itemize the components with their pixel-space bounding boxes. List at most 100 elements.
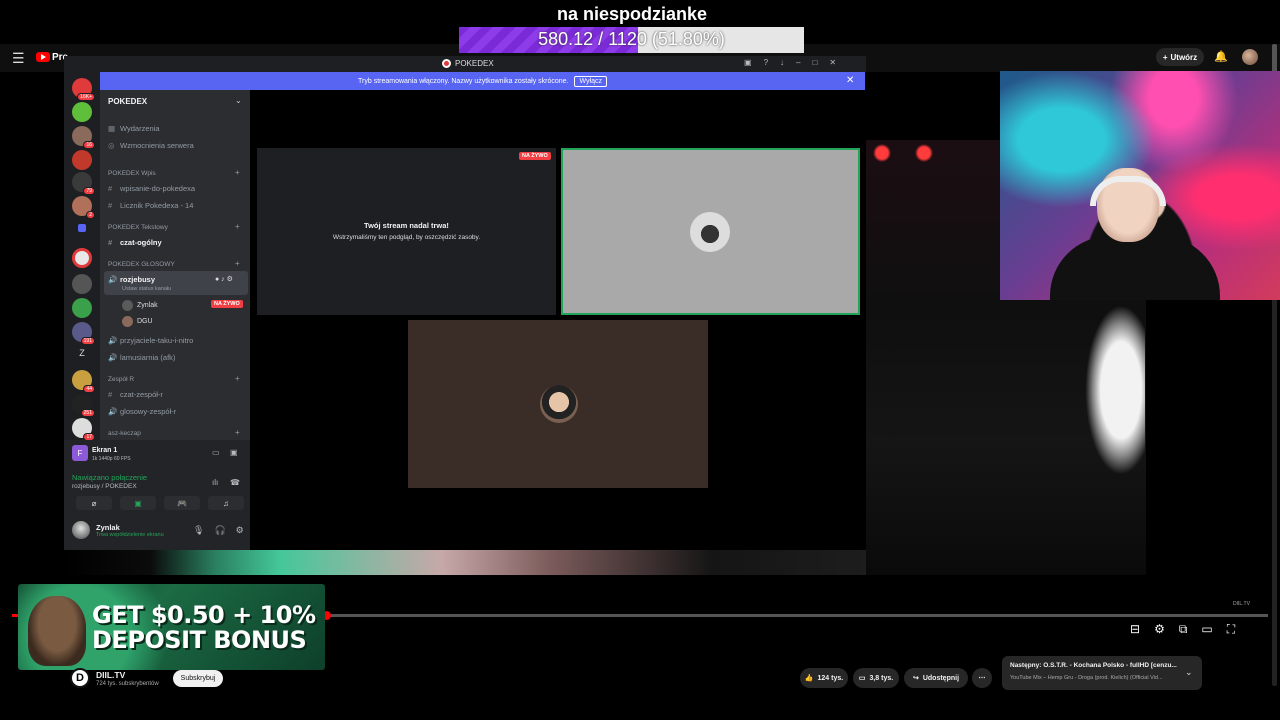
chevron-down-icon[interactable]: ⌄	[1185, 667, 1193, 678]
maximize-icon[interactable]: □	[812, 58, 817, 67]
voice-user[interactable]: DGU	[122, 316, 153, 327]
disable-button[interactable]: Wyłącz	[574, 75, 607, 87]
voice-channel-item[interactable]: 🔊 glosowy-zespół-r	[108, 407, 176, 416]
category-header[interactable]: POKEDEX GŁOSOWY	[108, 261, 175, 268]
channel-item[interactable]: # wpisanie-do-pokedexa	[108, 184, 195, 193]
server-name[interactable]: POKEDEX	[108, 97, 147, 106]
voice-controls: ⌀ ▣ 🎮 ♫	[72, 496, 248, 512]
account-avatar[interactable]	[1242, 49, 1258, 65]
voice-channel-item[interactable]: 🔊 rozjebusy	[108, 275, 155, 284]
minimize-icon[interactable]: –	[796, 58, 800, 67]
settings-icon[interactable]: ⚙	[1154, 622, 1165, 637]
boost-icon: ◎	[108, 141, 115, 150]
bell-icon[interactable]: 🔔	[1214, 50, 1228, 63]
channel-name[interactable]: DIIL.TV	[96, 670, 125, 680]
user-name[interactable]: Zynlak	[96, 523, 120, 532]
goal-progress-bar: 580.12 / 1120 (51.80%)	[459, 27, 804, 53]
inbox-icon[interactable]: ▣	[744, 58, 752, 67]
gear-icon[interactable]: ⚙	[236, 525, 244, 536]
plus-icon[interactable]: +	[235, 222, 240, 231]
plus-icon[interactable]: +	[235, 374, 240, 383]
menu-icon[interactable]: ☰	[12, 50, 25, 67]
server-icon[interactable]: 16	[72, 126, 95, 149]
folder-icon[interactable]	[78, 224, 86, 232]
badge: 251	[80, 409, 95, 417]
voice-channel-item[interactable]: 🔊 lamusiarnia (afk)	[108, 353, 175, 362]
goal-title: na niespodzianke	[556, 4, 708, 24]
server-icon[interactable]: 16K+	[72, 78, 95, 101]
category-header[interactable]: POKEDEX Tekstowy	[108, 224, 168, 231]
ad-headline: GET $0.50 + 10%	[92, 601, 316, 629]
avatar	[122, 316, 133, 327]
voice-channel-actions[interactable]: ● ♪ ⚙	[215, 275, 233, 283]
server-icon[interactable]: 79	[72, 172, 95, 195]
fullscreen-icon[interactable]: ⛶	[1227, 622, 1235, 637]
screen-settings-icon[interactable]: ▭	[212, 448, 220, 457]
microphone-icon[interactable]: 🎙	[193, 525, 204, 536]
screen-share-icon[interactable]: ▣	[120, 496, 156, 510]
server-icon[interactable]: 191	[72, 322, 95, 345]
ad-subheadline: DEPOSIT BONUS	[92, 626, 307, 654]
download-icon[interactable]: ↓	[780, 58, 784, 67]
server-icon[interactable]: 44	[72, 370, 95, 393]
channel-watermark[interactable]: DIIL.TV	[1233, 601, 1250, 607]
events-item[interactable]: ▦ Wydarzenia	[108, 124, 160, 133]
boosts-item[interactable]: ◎ Wzmocnienia serwera	[108, 141, 194, 150]
own-stream-tile[interactable]	[257, 148, 556, 315]
server-icon[interactable]: Z	[72, 348, 92, 368]
share-button[interactable]: ↪ Udostępnij	[904, 668, 968, 688]
voice-channel-item[interactable]: 🔊 przyjaciele-taku-i-nitro	[108, 336, 193, 345]
channel-item[interactable]: # czat-ogólny	[108, 238, 162, 247]
server-icon[interactable]	[72, 274, 92, 294]
channel-item[interactable]: # Licznik Pokedexa - 14	[108, 201, 193, 210]
server-icon[interactable]	[72, 150, 92, 170]
more-button[interactable]: ⋯	[972, 668, 992, 688]
page-scrollbar[interactable]	[1272, 44, 1277, 74]
subscribe-button[interactable]: Subskrybuj	[173, 670, 223, 687]
server-icon[interactable]: 2	[72, 196, 95, 219]
close-icon[interactable]: ✕	[846, 75, 854, 86]
soundboard-icon[interactable]: ♫	[208, 496, 244, 510]
youtube-logo-icon[interactable]	[36, 52, 50, 62]
badge: 16K+	[77, 93, 95, 101]
connection-channel[interactable]: rozjebusy / POKEDEX	[72, 483, 137, 490]
miniplayer-icon[interactable]: ⧉	[1179, 622, 1188, 637]
chevron-down-icon[interactable]: ⌄	[235, 96, 242, 105]
noise-icon[interactable]: ılı	[212, 478, 218, 487]
server-icon-active[interactable]	[72, 248, 92, 268]
plus-icon[interactable]: +	[235, 428, 240, 437]
window-title-text: POKEDEX	[455, 59, 494, 68]
speaker-icon: 🔊	[108, 353, 118, 362]
like-button[interactable]: 👍 124 tys.	[800, 668, 848, 688]
plus-icon[interactable]: +	[235, 168, 240, 177]
voice-user[interactable]: Zynlak	[122, 300, 158, 311]
comments-button[interactable]: ▭ 3,8 tys.	[853, 668, 899, 688]
channel-avatar[interactable]: D	[70, 668, 90, 688]
close-icon[interactable]: ✕	[829, 58, 836, 67]
server-icon[interactable]: 251	[72, 394, 95, 417]
up-next-title: Następny: O.S.T.R. - Kochana Polsko - fu…	[1010, 662, 1177, 669]
channel-item[interactable]: # czat-zespół-r	[108, 390, 163, 399]
camera-icon[interactable]: ⌀	[76, 496, 112, 510]
voice-status[interactable]: Ustaw status kanału	[122, 286, 171, 292]
user-avatar[interactable]	[72, 521, 90, 539]
activity-icon[interactable]: 🎮	[164, 496, 200, 510]
plus-icon[interactable]: +	[235, 259, 240, 268]
server-icon[interactable]	[72, 102, 92, 122]
connection-status[interactable]: Nawiązano połączenie	[72, 473, 147, 482]
share-icon: ↪	[912, 675, 919, 682]
category-header[interactable]: asz-keczap	[108, 430, 141, 437]
subtitles-icon[interactable]: ⊟	[1130, 622, 1140, 637]
screen-stop-icon[interactable]: ▣	[230, 448, 238, 457]
help-icon[interactable]: ?	[764, 58, 768, 67]
theater-icon[interactable]: ▭	[1201, 622, 1212, 637]
server-icon[interactable]: 17	[72, 418, 95, 441]
category-header[interactable]: POKEDEX Wpis	[108, 170, 156, 177]
category-header[interactable]: Zespół R	[108, 376, 134, 383]
disconnect-icon[interactable]: ☎	[230, 478, 240, 487]
server-icon[interactable]	[72, 298, 92, 318]
headphones-icon[interactable]: 🎧	[214, 525, 225, 536]
badge: 79	[83, 187, 95, 195]
events-label: Wydarzenia	[120, 124, 160, 133]
create-button[interactable]: + Utwórz	[1156, 48, 1204, 66]
